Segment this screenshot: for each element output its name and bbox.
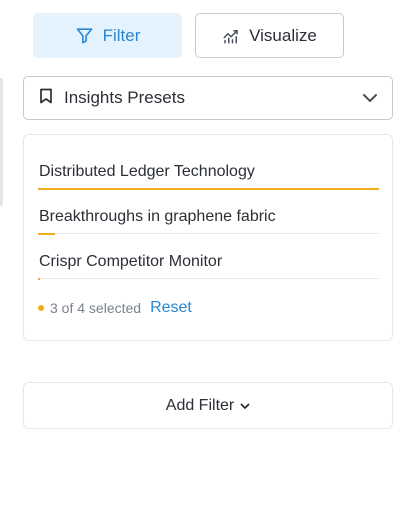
filter-item-label: Crispr Competitor Monitor — [39, 253, 223, 270]
selected-count: 3 of 4 selected — [50, 300, 142, 316]
visualize-button[interactable]: Visualize — [195, 13, 344, 58]
chart-icon — [222, 27, 240, 45]
add-filter-label: Add Filter — [165, 396, 235, 414]
selection-status: 3 of 4 selected Reset — [38, 298, 192, 318]
status-dot — [38, 305, 44, 311]
filter-item-label: Distributed Ledger Technology — [39, 163, 255, 180]
chevron-down-icon — [362, 88, 378, 108]
insights-presets-label: Insights Presets — [64, 88, 185, 107]
funnel-icon — [75, 26, 94, 45]
progress-fill — [38, 277, 40, 280]
filter-item-label: Breakthroughs in graphene fabric — [39, 208, 276, 225]
bookmark-icon — [39, 88, 53, 109]
filter-panel: Filter Visualize Insights Presets Distri… — [0, 0, 415, 528]
chevron-down-icon — [240, 397, 250, 415]
progress-track — [38, 278, 379, 279]
insights-presets-dropdown[interactable]: Insights Presets — [23, 76, 393, 120]
filter-item-graphene[interactable]: Breakthroughs in graphene fabric — [38, 190, 379, 235]
filter-item-crispr[interactable]: Crispr Competitor Monitor — [38, 235, 379, 280]
visualize-button-label: Visualize — [249, 25, 317, 45]
progress-track — [38, 233, 379, 234]
filter-item-distributed-ledger[interactable]: Distributed Ledger Technology — [38, 145, 379, 190]
side-panel-edge — [0, 78, 3, 206]
filter-list-card: Distributed Ledger Technology Breakthrou… — [23, 134, 393, 341]
filter-button[interactable]: Filter — [33, 13, 182, 58]
filter-button-label: Filter — [102, 25, 141, 45]
reset-link[interactable]: Reset — [150, 299, 192, 317]
add-filter-button[interactable]: Add Filter — [23, 382, 393, 429]
